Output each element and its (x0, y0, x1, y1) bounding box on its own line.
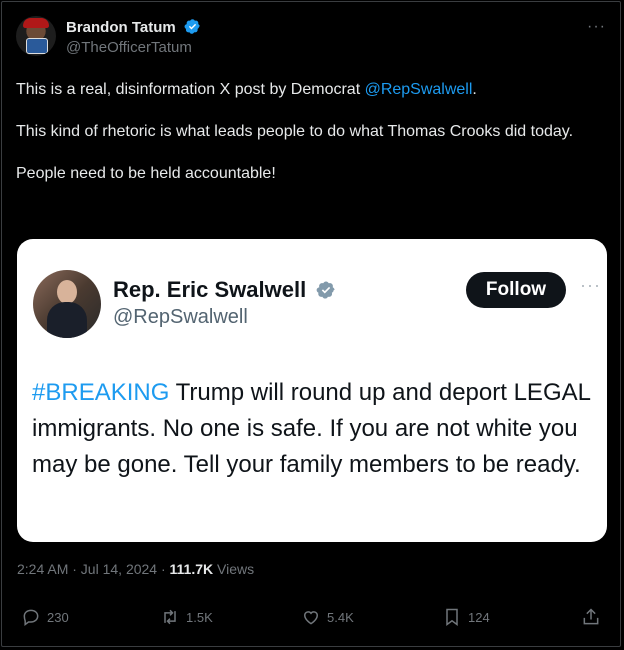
bookmark-icon (446, 608, 458, 626)
share-icon (583, 608, 599, 625)
embedded-post-image[interactable]: Rep. Eric Swalwell @RepSwalwell Follow ·… (17, 239, 607, 542)
repost-button[interactable]: 1.5K (160, 607, 213, 627)
more-options-icon[interactable]: ··· (587, 18, 606, 36)
bookmark-button[interactable]: 124 (442, 607, 490, 627)
tweet-meta: 2:24 AM · Jul 14, 2024 · 111.7K Views (17, 561, 254, 577)
tweet-paragraph-1: This is a real, disinformation X post by… (16, 79, 606, 100)
text-segment: . (472, 81, 477, 98)
embedded-avatar (33, 270, 101, 338)
views-label: Views (213, 561, 255, 577)
author-name-row[interactable]: Brandon Tatum (66, 18, 201, 36)
share-button[interactable] (581, 607, 601, 627)
embedded-name-row: Rep. Eric Swalwell (113, 277, 336, 303)
avatar-face (57, 280, 77, 304)
embedded-verified-icon (316, 281, 335, 299)
hashtag: #BREAKING (32, 379, 170, 406)
author-name[interactable]: Brandon Tatum (66, 19, 176, 36)
tweet-paragraph-2: This kind of rhetoric is what leads peop… (16, 123, 574, 140)
action-bar: 230 1.5K 5.4K 124 (17, 607, 607, 637)
reply-icon (23, 609, 39, 626)
embedded-handle: @RepSwalwell (113, 306, 248, 328)
embedded-name: Rep. Eric Swalwell (113, 277, 307, 302)
repost-icon (164, 609, 176, 625)
reply-count: 230 (47, 609, 69, 625)
mention-link[interactable]: @RepSwalwell (365, 81, 473, 98)
text-segment: This is a real, disinformation X post by… (16, 81, 365, 98)
views-count: 111.7K (169, 561, 214, 577)
like-button[interactable]: 5.4K (301, 607, 354, 627)
avatar-badge (26, 38, 48, 54)
heart-icon (303, 611, 319, 625)
reply-button[interactable]: 230 (21, 607, 69, 627)
repost-count: 1.5K (186, 609, 213, 625)
like-count: 5.4K (327, 609, 354, 625)
tweet-text: This is a real, disinformation X post by… (16, 79, 606, 205)
verified-icon (184, 19, 200, 34)
embedded-more-icon: ··· (580, 275, 601, 295)
author-handle[interactable]: @TheOfficerTatum (66, 39, 192, 56)
avatar-suit (47, 302, 87, 338)
avatar-cap (23, 18, 49, 28)
author-avatar[interactable] (16, 16, 56, 56)
timestamp[interactable]: 2:24 AM · Jul 14, 2024 · (17, 561, 170, 577)
bookmark-count: 124 (468, 609, 490, 625)
tweet-header: Brandon Tatum @TheOfficerTatum ··· (16, 14, 608, 62)
tweet-paragraph-3: People need to be held accountable! (16, 165, 276, 182)
embedded-post-text: #BREAKING Trump will round up and deport… (32, 375, 597, 483)
follow-button: Follow (466, 272, 566, 308)
